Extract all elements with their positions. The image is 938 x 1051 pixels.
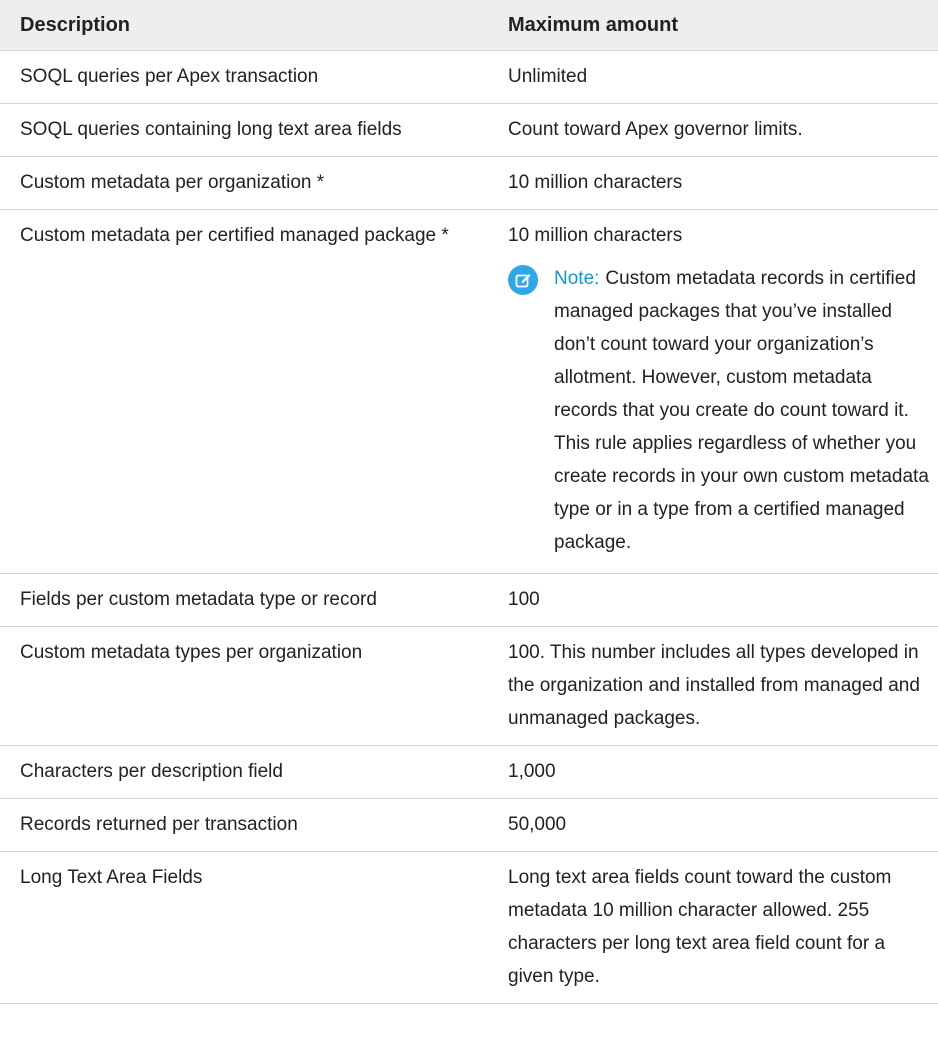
table-row: Fields per custom metadata type or recor… bbox=[0, 573, 938, 627]
note-callout: Note: Custom metadata records in certifie… bbox=[508, 262, 934, 559]
header-maximum-amount: Maximum amount bbox=[488, 0, 938, 51]
table-row: SOQL queries per Apex transaction Unlimi… bbox=[0, 50, 938, 104]
row-description: SOQL queries per Apex transaction bbox=[0, 50, 488, 104]
row-value-cell: 10 million characters Note: Custom metada… bbox=[488, 209, 938, 574]
row-value: 1,000 bbox=[488, 745, 938, 799]
row-value: Unlimited bbox=[488, 50, 938, 104]
row-value: 100 bbox=[488, 573, 938, 627]
row-description: Fields per custom metadata type or recor… bbox=[0, 573, 488, 627]
row-description: Custom metadata types per organization bbox=[0, 626, 488, 746]
row-value: 100. This number includes all types deve… bbox=[488, 626, 938, 746]
header-description: Description bbox=[0, 0, 488, 51]
row-description: Long Text Area Fields bbox=[0, 851, 488, 1004]
table-row: Custom metadata types per organization 1… bbox=[0, 626, 938, 746]
note-edit-icon bbox=[508, 265, 538, 295]
limits-table: Description Maximum amount SOQL queries … bbox=[0, 0, 938, 1004]
row-description: Custom metadata per organization * bbox=[0, 156, 488, 210]
row-value: 10 million characters bbox=[488, 156, 938, 210]
table-row: Long Text Area Fields Long text area fie… bbox=[0, 851, 938, 1004]
row-description: Characters per description field bbox=[0, 745, 488, 799]
row-value: 50,000 bbox=[488, 798, 938, 852]
table-row: Custom metadata per certified managed pa… bbox=[0, 209, 938, 574]
table-header-row: Description Maximum amount bbox=[0, 0, 938, 51]
row-description: SOQL queries containing long text area f… bbox=[0, 103, 488, 157]
table-row: Records returned per transaction 50,000 bbox=[0, 798, 938, 852]
row-value: Count toward Apex governor limits. bbox=[488, 103, 938, 157]
row-value: Long text area fields count toward the c… bbox=[488, 851, 938, 1004]
note-body: Note: Custom metadata records in certifie… bbox=[554, 262, 934, 559]
row-value: 10 million characters bbox=[508, 225, 683, 246]
table-row: SOQL queries containing long text area f… bbox=[0, 103, 938, 157]
note-text: Custom metadata records in certified man… bbox=[554, 268, 929, 553]
table-row: Characters per description field 1,000 bbox=[0, 745, 938, 799]
row-description: Custom metadata per certified managed pa… bbox=[0, 209, 488, 574]
row-description: Records returned per transaction bbox=[0, 798, 488, 852]
table-row: Custom metadata per organization * 10 mi… bbox=[0, 156, 938, 210]
note-label: Note: bbox=[554, 268, 600, 289]
